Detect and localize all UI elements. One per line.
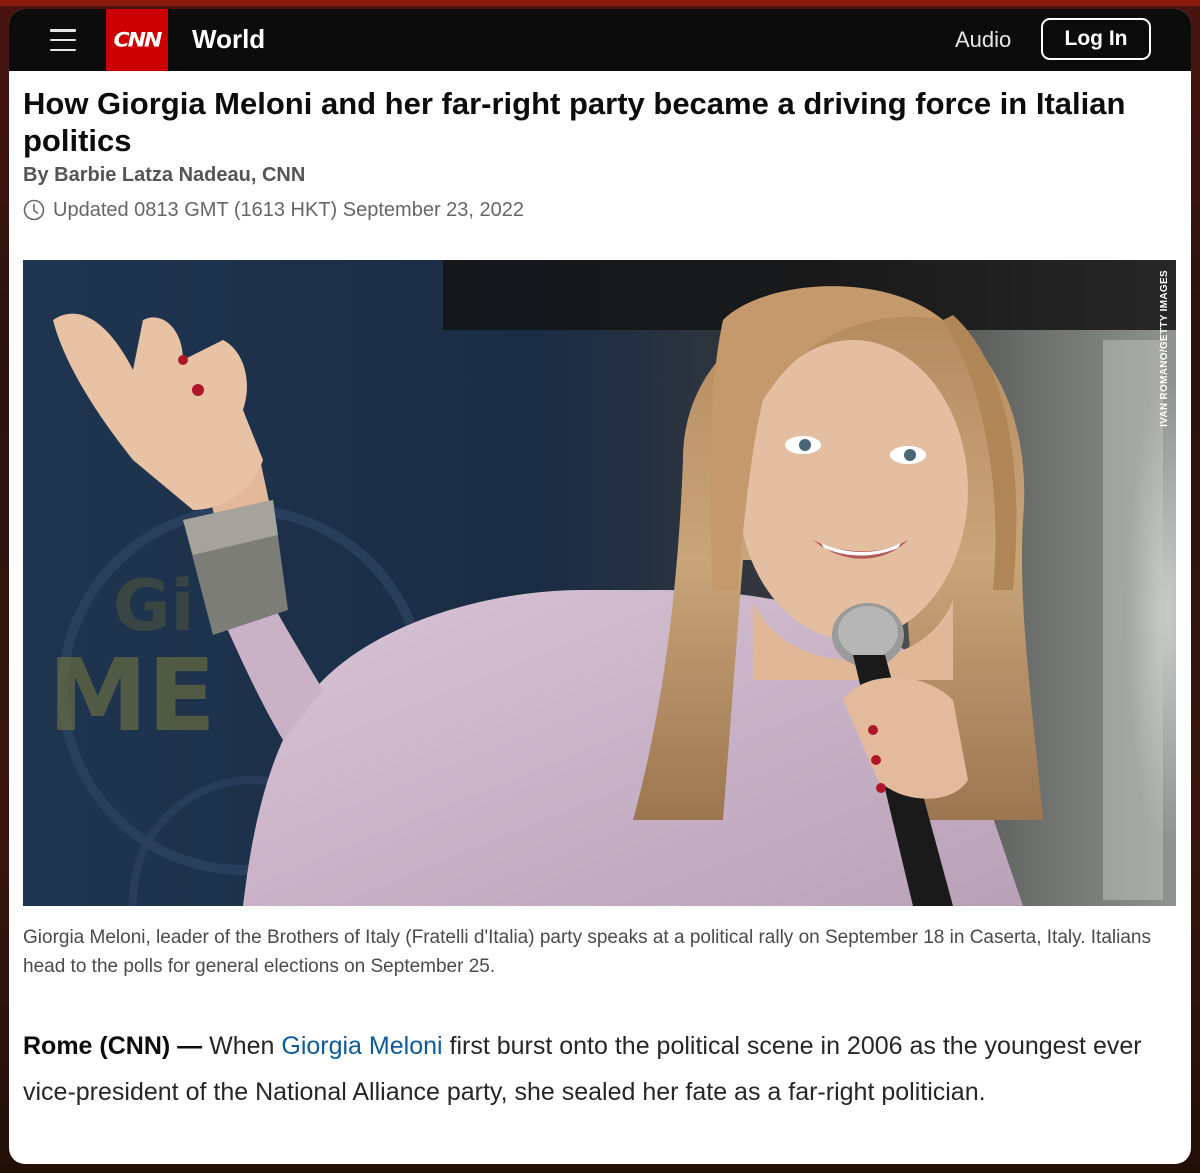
body-text-lead: When <box>202 1032 282 1060</box>
audio-link[interactable]: Audio <box>955 26 1011 54</box>
updated-time: Updated 0813 GMT (1613 HKT) September 23… <box>53 199 525 221</box>
cnn-logo-text: CNN <box>113 28 163 52</box>
photo-credit-text: IVAN ROMANO/GETTY IMAGES <box>1158 269 1170 427</box>
svg-text:ME: ME <box>48 637 216 754</box>
svg-text:Gi: Gi <box>113 565 194 647</box>
photo-illustration: ME Gi <box>23 260 1176 906</box>
article-page: CNN World Audio Log In How Giorgia Melon… <box>9 9 1191 1164</box>
login-button[interactable]: Log In <box>1041 18 1151 60</box>
section-title[interactable]: World <box>192 24 265 54</box>
article-photo[interactable]: ME Gi IVAN ROMANO/GETTY IMAGES <box>23 260 1176 906</box>
meloni-link[interactable]: Giorgia Meloni <box>281 1032 442 1060</box>
article-timestamp: Updated 0813 GMT (1613 HKT) September 23… <box>23 198 524 222</box>
dateline: Rome (CNN) — <box>23 1032 203 1060</box>
article-headline: How Giorgia Meloni and her far-right par… <box>23 86 1126 158</box>
article-body-paragraph: Rome (CNN) — When Giorgia Meloni first b… <box>23 1023 1173 1115</box>
cnn-logo[interactable]: CNN <box>106 9 168 71</box>
hamburger-menu-icon[interactable] <box>50 27 76 53</box>
photo-caption: Giorgia Meloni, leader of the Brothers o… <box>23 927 1151 977</box>
top-navigation-bar: CNN World Audio Log In <box>9 9 1191 71</box>
photo-credit: IVAN ROMANO/GETTY IMAGES <box>1157 268 1171 428</box>
article-byline: By Barbie Latza Nadeau, CNN <box>23 164 306 186</box>
clock-icon <box>23 199 45 221</box>
